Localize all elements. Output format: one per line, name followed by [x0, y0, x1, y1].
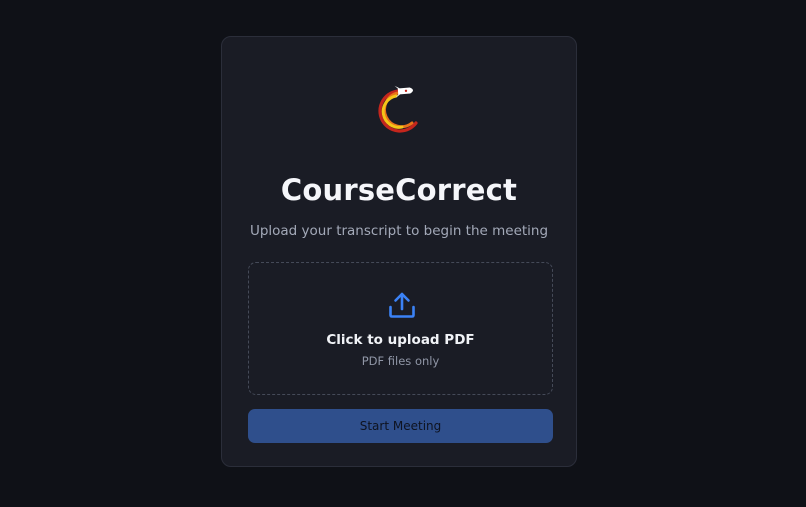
rocket-logo-icon: [378, 85, 418, 133]
upload-title: Click to upload PDF: [326, 332, 475, 348]
start-meeting-button[interactable]: Start Meeting: [248, 409, 553, 443]
app-subtitle: Upload your transcript to begin the meet…: [249, 223, 549, 239]
app-title: CourseCorrect: [280, 173, 518, 207]
upload-card: CourseCorrect Upload your transcript to …: [221, 36, 577, 467]
upload-hint: PDF files only: [361, 354, 440, 368]
pdf-upload-dropzone[interactable]: Click to upload PDF PDF files only: [248, 262, 553, 395]
upload-icon: [389, 292, 415, 318]
app-logo: [374, 83, 422, 135]
